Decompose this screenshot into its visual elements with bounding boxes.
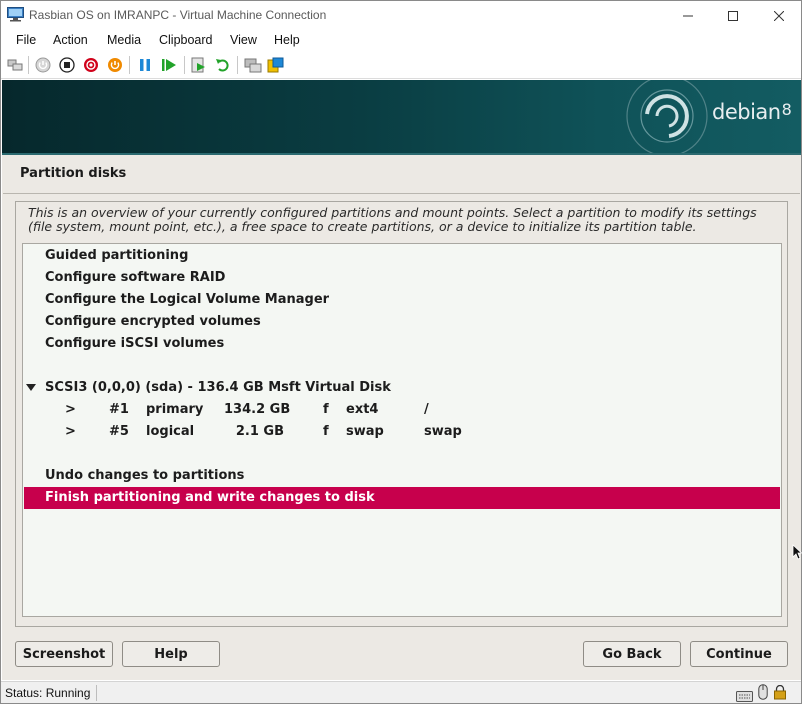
status-text: Status: Running — [5, 686, 91, 700]
debian-logo: debian8 — [712, 100, 792, 124]
toolbar-separator — [237, 56, 238, 74]
mouse-capture-icon — [758, 684, 768, 704]
debian-swirl-logo — [626, 80, 708, 155]
vm-connection-icon — [7, 7, 24, 22]
close-button[interactable] — [756, 1, 802, 30]
debian-brand: debian — [712, 100, 781, 124]
debian-version: 8 — [781, 100, 792, 119]
lock-icon — [773, 684, 787, 704]
menu-help[interactable]: Help — [274, 33, 300, 47]
debian-banner: debian8 — [2, 80, 801, 155]
disk-row[interactable]: SCSI3 (0,0,0) (sda) - 136.4 GB Msft Virt… — [24, 377, 780, 399]
status-bar: Status: Running — [1, 681, 801, 703]
banner-divider — [2, 153, 801, 155]
revert-icon[interactable] — [214, 56, 232, 74]
list-item-label: Configure encrypted volumes — [45, 314, 261, 329]
partition-flag: f — [323, 424, 329, 439]
disk-label: SCSI3 (0,0,0) (sda) - 136.4 GB Msft Virt… — [45, 380, 391, 395]
list-item-label: Finish partitioning and write changes to… — [45, 490, 375, 505]
partition-list[interactable]: Guided partitioning Configure software R… — [22, 243, 782, 617]
partition-number: #5 — [109, 424, 129, 439]
toolbar-separator — [129, 56, 130, 74]
menu-clipboard[interactable]: Clipboard — [159, 33, 213, 47]
toolbar-separator — [28, 56, 29, 74]
page-title: Partition disks — [20, 166, 127, 181]
menu-view[interactable]: View — [230, 33, 257, 47]
partition-filesystem: swap — [346, 424, 384, 439]
share-icon[interactable] — [267, 56, 285, 74]
vm-connection-window: Rasbian OS on IMRANPC - Virtual Machine … — [0, 0, 802, 704]
partition-flag: f — [323, 402, 329, 417]
menu-bar: File Action Media Clipboard View Help — [1, 30, 801, 52]
list-item-guided-partitioning[interactable]: Guided partitioning — [24, 245, 780, 267]
partition-filesystem: ext4 — [346, 402, 379, 417]
list-item-label: Configure the Logical Volume Manager — [45, 292, 330, 307]
debian-installer: debian8 Partition disks This is an overv… — [2, 80, 801, 680]
list-item-finish-partitioning[interactable]: Finish partitioning and write changes to… — [24, 487, 780, 509]
partition-size: 2.1 GB — [235, 424, 284, 439]
toolbar — [1, 52, 801, 79]
list-item-label: Undo changes to partitions — [45, 468, 245, 483]
content-panel: This is an overview of your currently co… — [15, 201, 788, 627]
list-item-software-raid[interactable]: Configure software RAID — [24, 267, 780, 289]
window-title: Rasbian OS on IMRANPC - Virtual Machine … — [29, 8, 327, 22]
ctrl-alt-del-icon[interactable] — [6, 56, 24, 74]
screenshot-button[interactable]: Screenshot — [15, 641, 113, 667]
list-item-label: Guided partitioning — [45, 248, 189, 263]
maximize-button[interactable] — [710, 1, 756, 30]
start-icon[interactable] — [34, 56, 52, 74]
menu-file[interactable]: File — [16, 33, 36, 47]
checkpoint-icon[interactable] — [190, 56, 208, 74]
minimize-button[interactable] — [665, 1, 711, 30]
close-icon — [774, 10, 784, 21]
list-item-label: Configure software RAID — [45, 270, 226, 285]
power-icon[interactable] — [106, 56, 124, 74]
go-back-button[interactable]: Go Back — [583, 641, 681, 667]
partition-mount: swap — [424, 424, 462, 439]
partition-size: 134.2 GB — [224, 402, 291, 417]
partition-mount: / — [424, 402, 429, 417]
title-bar: Rasbian OS on IMRANPC - Virtual Machine … — [1, 1, 801, 30]
keyboard-icon — [736, 687, 753, 704]
toolbar-separator — [184, 56, 185, 74]
partition-number: #1 — [109, 402, 129, 417]
partition-type: primary — [146, 402, 204, 417]
expander-triangle-icon[interactable] — [26, 384, 36, 391]
partition-arrow: > — [65, 402, 76, 417]
list-item-undo-changes[interactable]: Undo changes to partitions — [24, 465, 780, 487]
enhanced-session-icon[interactable] — [244, 56, 262, 74]
partition-row[interactable]: > #1 primary 134.2 GB f ext4 / — [24, 399, 780, 421]
help-button[interactable]: Help — [122, 641, 220, 667]
menu-action[interactable]: Action — [53, 33, 88, 47]
list-item-lvm[interactable]: Configure the Logical Volume Manager — [24, 289, 780, 311]
turn-off-icon[interactable] — [58, 56, 76, 74]
continue-button[interactable]: Continue — [690, 641, 788, 667]
list-item-label: Configure iSCSI volumes — [45, 336, 225, 351]
list-item-iscsi-volumes[interactable]: Configure iSCSI volumes — [24, 333, 780, 355]
partition-type: logical — [146, 424, 195, 439]
maximize-icon — [728, 10, 738, 21]
partition-arrow: > — [65, 424, 76, 439]
mouse-cursor-icon — [792, 544, 802, 560]
status-divider — [96, 685, 97, 701]
divider — [3, 193, 800, 194]
description-text: This is an overview of your currently co… — [28, 205, 757, 234]
resume-icon[interactable] — [160, 56, 178, 74]
shut-down-icon[interactable] — [82, 56, 100, 74]
menu-media[interactable]: Media — [107, 33, 141, 47]
minimize-icon — [683, 15, 693, 16]
partition-row[interactable]: > #5 logical 2.1 GB f swap swap — [24, 421, 780, 443]
pause-icon[interactable] — [136, 56, 154, 74]
list-item-encrypted-volumes[interactable]: Configure encrypted volumes — [24, 311, 780, 333]
